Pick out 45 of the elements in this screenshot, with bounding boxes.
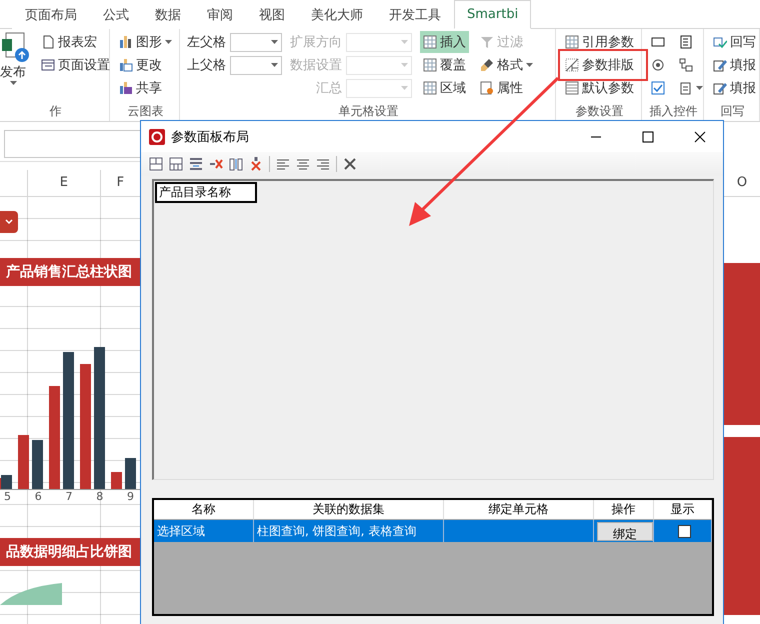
ribbon-button[interactable]: 更改 bbox=[116, 54, 175, 76]
axis-label: 5 bbox=[4, 490, 11, 503]
group-label: 云图表 bbox=[126, 103, 164, 120]
table-cell: 选择区域 bbox=[154, 520, 254, 542]
window-title: 参数面板布局 bbox=[171, 128, 250, 146]
chart-title-banner: 品数据明细占比饼图 bbox=[0, 538, 140, 566]
parameter-item[interactable]: 产品目录名称 bbox=[155, 182, 257, 203]
column-header: 显示 bbox=[654, 500, 712, 520]
axis-label: 8 bbox=[96, 490, 104, 503]
ribbon-button[interactable]: 区域 bbox=[420, 77, 469, 99]
ribbon-button[interactable]: 报表宏 bbox=[38, 31, 113, 53]
column-header: 操作 bbox=[594, 500, 654, 520]
ribbon-button[interactable]: 属性 bbox=[477, 77, 536, 99]
ribbon-button[interactable]: 填报 bbox=[710, 54, 759, 76]
group-label: 回写 bbox=[720, 103, 746, 120]
group-label: 插入控件 bbox=[648, 103, 698, 120]
axis-label: 7 bbox=[66, 490, 72, 503]
group-label: 作 bbox=[48, 103, 62, 120]
ribbon-button[interactable]: 默认参数 bbox=[562, 77, 637, 99]
ribbon-button[interactable]: 参数排版 bbox=[562, 54, 637, 76]
table-cell: 柱图查询, 饼图查询, 表格查询 bbox=[254, 520, 444, 542]
ribbon-button[interactable]: 覆盖 bbox=[420, 54, 469, 76]
ribbon-button[interactable]: 插入 bbox=[420, 31, 469, 53]
ribbon-button[interactable]: 引用参数 bbox=[562, 31, 637, 53]
publish-button[interactable]: 发布 bbox=[0, 31, 30, 86]
dropdown-field[interactable]: 左父格 bbox=[186, 31, 282, 53]
group-label: 单元格设置 bbox=[338, 103, 400, 120]
table-row[interactable]: 选择区域 柱图查询, 饼图查询, 表格查询 绑定 bbox=[154, 520, 712, 542]
ribbon-tab[interactable]: Smartbi bbox=[454, 0, 532, 29]
ribbon-button[interactable]: 回写 bbox=[710, 31, 759, 53]
chart-title-banner: 产品销售汇总柱状图 bbox=[0, 258, 140, 286]
column-header[interactable]: E bbox=[27, 170, 100, 196]
ribbon-button[interactable]: 页面设置 bbox=[38, 54, 113, 76]
ribbon-button[interactable]: 图形 bbox=[116, 31, 175, 53]
bind-button[interactable]: 绑定 bbox=[597, 522, 653, 540]
ribbon-button[interactable]: 格式 bbox=[477, 54, 536, 76]
column-header: 关联的数据集 bbox=[254, 500, 444, 520]
column-header: 绑定单元格 bbox=[444, 500, 594, 520]
group-label: 参数设置 bbox=[574, 103, 624, 120]
ribbon-button[interactable]: 填报 bbox=[710, 77, 759, 99]
ribbon-button[interactable]: 共享 bbox=[116, 77, 175, 99]
column-header: 名称 bbox=[154, 500, 254, 520]
dropdown-field[interactable]: 上父格 bbox=[186, 54, 282, 76]
axis-label: 9 bbox=[127, 490, 134, 503]
axis-label: 6 bbox=[34, 490, 42, 503]
